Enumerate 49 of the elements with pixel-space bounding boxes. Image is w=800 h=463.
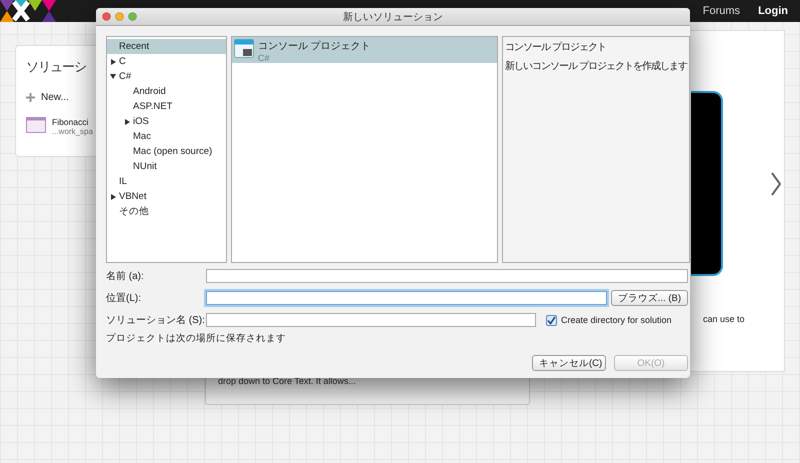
- description-title: コンソール プロジェクト: [505, 40, 607, 54]
- text-field[interactable]: [206, 291, 607, 305]
- category-item[interactable]: VBNet: [107, 189, 226, 204]
- triangle-down-icon: [110, 74, 116, 79]
- category-item[interactable]: ASP.NET: [107, 99, 226, 114]
- checkmark-icon: [547, 316, 556, 324]
- text-field[interactable]: [206, 269, 688, 283]
- category-item[interactable]: IL: [107, 174, 226, 189]
- chevron-right-icon[interactable]: [770, 172, 782, 196]
- category-item[interactable]: C#: [107, 69, 226, 84]
- card-title: ソリューシ: [26, 58, 86, 76]
- text-field[interactable]: [206, 313, 536, 327]
- category-item[interactable]: その他: [107, 204, 226, 219]
- field-label: 名前 (a):: [106, 270, 145, 283]
- solution-path: ...work_spa: [52, 127, 93, 136]
- category-item[interactable]: iOS: [107, 114, 226, 129]
- zoom-icon[interactable]: [128, 12, 137, 21]
- category-item[interactable]: Mac (open source): [107, 144, 226, 159]
- window-title: 新しいソリューション: [343, 12, 443, 22]
- category-item[interactable]: Mac: [107, 129, 226, 144]
- category-item[interactable]: C: [107, 54, 226, 69]
- description-text: 新しいコンソール プロジェクトを作成します: [505, 60, 687, 73]
- window-icon: [26, 117, 46, 133]
- category-item[interactable]: Recent: [107, 39, 226, 54]
- category-item[interactable]: Android: [107, 84, 226, 99]
- preview-description: can use to: [703, 314, 745, 324]
- minimize-icon[interactable]: [115, 12, 124, 21]
- nav-link[interactable]: Forums: [702, 5, 740, 17]
- category-item[interactable]: NUnit: [107, 159, 226, 174]
- new-solution-link[interactable]: New...: [41, 92, 69, 103]
- checkbox[interactable]: [546, 314, 557, 326]
- field-label: 位置(L):: [106, 292, 142, 305]
- close-icon[interactable]: [102, 12, 111, 21]
- template-name: コンソール プロジェクト: [258, 40, 371, 53]
- plus-icon: [26, 93, 35, 102]
- triangle-right-icon: [110, 194, 116, 200]
- browse-button[interactable]: ブラウズ... (B): [610, 290, 688, 306]
- console-window-icon: [234, 39, 254, 58]
- template-item[interactable]: コンソール プロジェクト C#: [232, 37, 498, 63]
- dialog-button[interactable]: キャンセル(C): [532, 355, 606, 371]
- checkbox-label[interactable]: Create directory for solution: [561, 315, 672, 325]
- nav-link[interactable]: Login: [758, 5, 788, 17]
- location-note: プロジェクトは次の場所に保存されます: [106, 332, 286, 345]
- template-language: C#: [258, 53, 270, 63]
- sample-description: drop down to Core Text. It allows...: [218, 376, 356, 386]
- field-label: ソリューション名 (S):: [106, 314, 206, 327]
- solution-name[interactable]: Fibonacci: [52, 117, 93, 127]
- triangle-right-icon: [124, 118, 130, 124]
- triangle-right-icon: [110, 58, 116, 64]
